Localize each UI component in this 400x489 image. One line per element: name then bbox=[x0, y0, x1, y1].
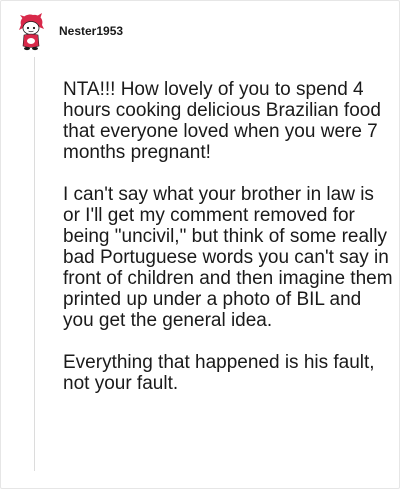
comment-card: Nester1953 NTA!!! How lovely of you to s… bbox=[0, 0, 400, 489]
comment-paragraph: I can't say what your brother in law is … bbox=[63, 184, 393, 331]
thread-collapse-line[interactable] bbox=[34, 57, 35, 471]
username-link[interactable]: Nester1953 bbox=[59, 24, 123, 38]
comment-paragraph: Everything that happened is his fault, n… bbox=[63, 352, 375, 394]
comment-header: Nester1953 bbox=[17, 13, 123, 51]
comment-paragraph: NTA!!! How lovely of you to spend 4 hour… bbox=[63, 79, 381, 163]
comment-body: NTA!!! How lovely of you to spend 4 hour… bbox=[63, 79, 395, 415]
snoo-avatar-icon[interactable] bbox=[17, 13, 45, 51]
